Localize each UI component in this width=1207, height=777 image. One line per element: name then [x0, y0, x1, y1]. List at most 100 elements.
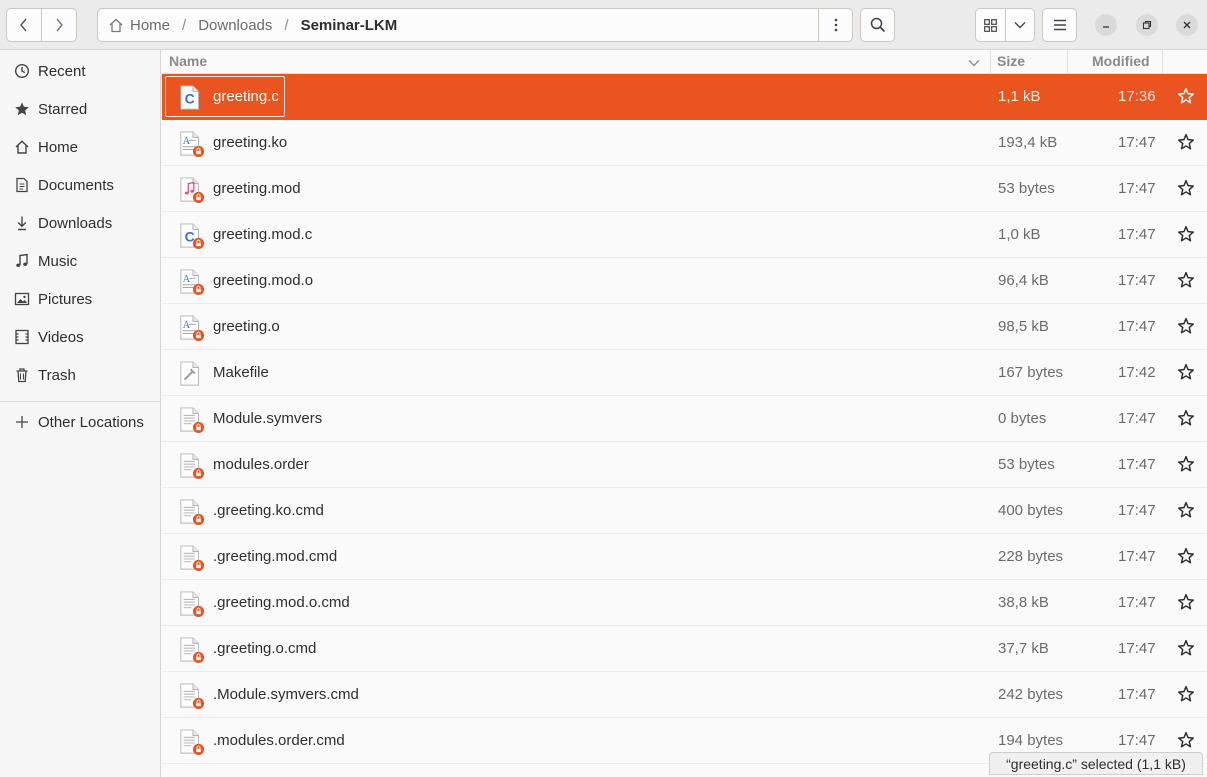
- file-modified: 17:47: [1118, 318, 1156, 335]
- file-modified: 17:47: [1118, 272, 1156, 289]
- star-outline-icon[interactable]: [1177, 409, 1195, 427]
- file-size: 1,1 kB: [998, 88, 1041, 105]
- star-outline-icon[interactable]: [1177, 317, 1195, 335]
- sidebar-item-label: Documents: [38, 176, 114, 194]
- file-size: 37,7 kB: [998, 640, 1049, 657]
- file-name: Makefile: [213, 364, 269, 381]
- search-button[interactable]: [860, 8, 895, 42]
- text-file-icon: [180, 407, 205, 433]
- file-size: 38,8 kB: [998, 594, 1049, 611]
- minimize-button[interactable]: [1095, 14, 1117, 36]
- file-row[interactable]: Module.symvers 0 bytes 17:47: [162, 396, 1207, 442]
- column-modified-header[interactable]: Modified: [1092, 53, 1150, 69]
- file-row[interactable]: .greeting.mod.cmd 228 bytes 17:47: [162, 534, 1207, 580]
- sidebar-item-recent[interactable]: Recent: [0, 53, 160, 89]
- file-row[interactable]: Cgreeting.mod.c 1,0 kB 17:47: [162, 212, 1207, 258]
- star-outline-icon[interactable]: [1177, 501, 1195, 519]
- file-row[interactable]: .greeting.mod.o.cmd 38,8 kB 17:47: [162, 580, 1207, 626]
- breadcrumb-separator: /: [182, 16, 187, 34]
- star-outline-icon[interactable]: [1177, 685, 1195, 703]
- breadcrumb-home[interactable]: Home: [98, 17, 170, 34]
- column-divider: [1067, 50, 1068, 74]
- view-options-button[interactable]: [1004, 9, 1035, 41]
- svg-text:A: A: [183, 274, 191, 285]
- star-outline-icon[interactable]: [1177, 179, 1195, 197]
- file-row[interactable]: Makefile 167 bytes 17:42: [162, 350, 1207, 396]
- header-bar: Home / Downloads / Seminar-LKM: [0, 0, 1207, 50]
- file-row[interactable]: Agreeting.mod.o 96,4 kB 17:47: [162, 258, 1207, 304]
- star-outline-icon[interactable]: [1177, 593, 1195, 611]
- file-row[interactable]: modules.order 53 bytes 17:47: [162, 442, 1207, 488]
- file-row[interactable]: .Module.symvers.cmd 242 bytes 17:47: [162, 672, 1207, 718]
- file-list: Name Size Modified Cgreeting.c 1,1 kB 17:3…: [162, 50, 1207, 777]
- restore-icon: [1142, 20, 1152, 30]
- lock-badge: [192, 697, 205, 709]
- maximize-button[interactable]: [1136, 14, 1158, 36]
- sidebar-item-home[interactable]: Home: [0, 129, 160, 165]
- star-outline-icon[interactable]: [1177, 455, 1195, 473]
- sidebar-item-videos[interactable]: Videos: [0, 319, 160, 355]
- file-row[interactable]: Cgreeting.c 1,1 kB 17:36: [162, 74, 1207, 120]
- sidebar-item-trash[interactable]: Trash: [0, 357, 160, 393]
- column-name-header[interactable]: Name: [169, 53, 207, 69]
- sidebar-item-music[interactable]: Music: [0, 243, 160, 279]
- sidebar-item-downloads[interactable]: Downloads: [0, 205, 160, 241]
- star-outline-icon[interactable]: [1177, 639, 1195, 657]
- column-size-header[interactable]: Size: [997, 53, 1025, 69]
- file-size: 53 bytes: [998, 456, 1055, 473]
- picture-icon: [13, 290, 31, 308]
- text-file-icon: [180, 453, 205, 479]
- sidebar-divider: [0, 401, 160, 402]
- sidebar-item-starred[interactable]: Starred: [0, 91, 160, 127]
- file-row[interactable]: greeting.mod 53 bytes 17:47: [162, 166, 1207, 212]
- forward-button[interactable]: [41, 9, 76, 41]
- star-outline-icon[interactable]: [1177, 133, 1195, 151]
- file-size: 400 bytes: [998, 502, 1064, 519]
- file-name: .modules.order.cmd: [213, 732, 345, 749]
- file-modified: 17:47: [1118, 456, 1156, 473]
- grid-view-button[interactable]: [976, 9, 1005, 41]
- file-modified: 17:42: [1118, 364, 1156, 381]
- lock-badge: [192, 283, 205, 295]
- file-modified: 17:47: [1118, 226, 1156, 243]
- file-name: greeting.mod.o: [213, 272, 314, 289]
- file-size: 228 bytes: [998, 548, 1064, 565]
- close-button[interactable]: [1176, 14, 1198, 36]
- download-icon: [13, 214, 31, 232]
- back-button[interactable]: [7, 9, 41, 41]
- lock-badge: [192, 513, 205, 525]
- sidebar-item-label: Trash: [38, 366, 76, 384]
- star-outline-icon[interactable]: [1177, 363, 1195, 381]
- chevron-right-icon: [56, 18, 63, 32]
- file-size: 53 bytes: [998, 180, 1055, 197]
- search-icon: [870, 17, 885, 33]
- breadcrumb-downloads[interactable]: Downloads: [198, 17, 272, 34]
- text-file-icon: [180, 637, 205, 663]
- file-row[interactable]: Agreeting.ko 193,4 kB 17:47: [162, 120, 1207, 166]
- star-outline-icon[interactable]: [1177, 87, 1195, 105]
- sidebar-item-label: Home: [38, 138, 79, 156]
- sidebar-item-other-locations[interactable]: Other Locations: [0, 404, 160, 440]
- sort-chevron-icon[interactable]: [968, 54, 980, 70]
- main-menu-button[interactable]: [1042, 8, 1077, 42]
- file-row[interactable]: .greeting.ko.cmd 400 bytes 17:47: [162, 488, 1207, 534]
- star-outline-icon[interactable]: [1177, 731, 1195, 749]
- path-menu-button[interactable]: [818, 9, 852, 41]
- sidebar-item-documents[interactable]: Documents: [0, 167, 160, 203]
- selection-status: “greeting.c” selected (1,1 kB): [1006, 755, 1186, 772]
- text-file-icon: [180, 729, 205, 755]
- file-row[interactable]: .greeting.o.cmd 37,7 kB 17:47: [162, 626, 1207, 672]
- star-icon: [13, 100, 31, 118]
- sidebar-item-label: Other Locations: [38, 413, 144, 431]
- star-outline-icon[interactable]: [1177, 271, 1195, 289]
- file-modified: 17:47: [1118, 640, 1156, 657]
- sidebar-item-pictures[interactable]: Pictures: [0, 281, 160, 317]
- star-outline-icon[interactable]: [1177, 225, 1195, 243]
- lock-badge: [192, 191, 205, 203]
- star-outline-icon[interactable]: [1177, 547, 1195, 565]
- svg-text:C: C: [185, 91, 195, 107]
- breadcrumb-current[interactable]: Seminar-LKM: [301, 17, 398, 34]
- hamburger-icon: [1053, 19, 1066, 31]
- file-row[interactable]: Agreeting.o 98,5 kB 17:47: [162, 304, 1207, 350]
- lock-badge: [192, 559, 205, 571]
